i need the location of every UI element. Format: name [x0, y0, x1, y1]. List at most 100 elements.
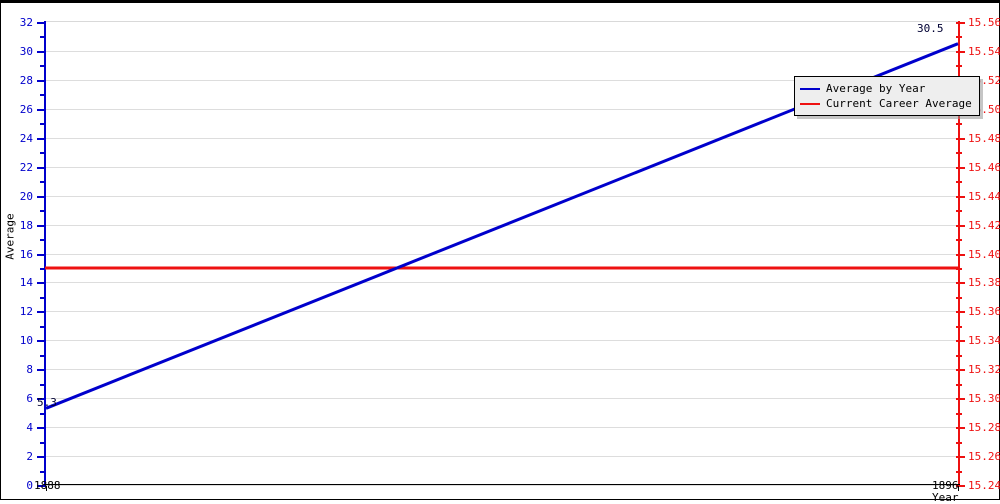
left-axis-minor-tick [40, 442, 46, 444]
left-axis-tick [37, 456, 46, 458]
gridline [45, 138, 958, 139]
right-axis-tick-label: 15.30 [968, 392, 1000, 405]
chart-legend[interactable]: Average by Year Current Career Average [794, 76, 980, 116]
left-axis-minor-tick [40, 326, 46, 328]
gridline [45, 456, 958, 457]
right-axis-tick [956, 51, 965, 53]
left-axis-tick [37, 340, 46, 342]
gridline [45, 282, 958, 283]
gridline [45, 398, 958, 399]
left-axis-tick [37, 167, 46, 169]
left-axis-tick-label: 8 [26, 363, 33, 376]
right-axis-minor-tick [956, 413, 962, 415]
right-axis-tick-label: 15.24 [968, 479, 1000, 492]
right-axis-minor-tick [956, 384, 962, 386]
right-axis-minor-tick [956, 471, 962, 473]
left-axis-tick-label: 28 [19, 74, 33, 87]
legend-swatch-icon [800, 87, 820, 90]
right-axis-tick-label: 15.34 [968, 334, 1000, 347]
right-axis-minor-tick [956, 326, 962, 328]
right-axis-minor-tick [956, 355, 962, 357]
right-axis-tick [956, 311, 965, 313]
right-axis-tick-label: 15.38 [968, 276, 1000, 289]
right-axis-tick [956, 167, 965, 169]
left-axis-tick-label: 14 [19, 276, 33, 289]
right-axis-tick-label: 15.32 [968, 363, 1000, 376]
left-axis-minor-tick [40, 152, 46, 154]
gridline [45, 196, 958, 197]
gridline [45, 427, 958, 428]
left-axis-tick [37, 369, 46, 371]
left-axis-tick [37, 80, 46, 82]
left-axis-tick-label: 32 [19, 16, 33, 29]
legend-swatch-icon [800, 102, 820, 105]
right-axis-tick-label: 15.54 [968, 45, 1000, 58]
right-axis-tick-label: 15.48 [968, 132, 1000, 145]
left-axis-tick-label: 16 [19, 248, 33, 261]
right-axis-tick-label: 15.46 [968, 161, 1000, 174]
gridline [45, 51, 958, 52]
left-axis-tick [37, 311, 46, 313]
left-axis-minor-tick [40, 94, 46, 96]
left-axis-minor-tick [40, 413, 46, 415]
left-axis-tick-label: 20 [19, 190, 33, 203]
right-axis-tick [956, 196, 965, 198]
y-axis-title: Average [3, 213, 17, 260]
right-axis-minor-tick [956, 239, 962, 241]
right-axis-tick-label: 15.42 [968, 219, 1000, 232]
left-axis-minor-tick [40, 210, 46, 212]
gridline [45, 485, 958, 486]
right-axis-minor-tick [956, 297, 962, 299]
gridline [45, 311, 958, 312]
left-axis-tick-label: 24 [19, 132, 33, 145]
right-axis-tick [956, 254, 965, 256]
right-axis-minor-tick [956, 181, 962, 183]
left-axis-tick [37, 109, 46, 111]
left-axis-tick-label: 2 [26, 450, 33, 463]
left-axis-tick [37, 196, 46, 198]
right-axis-tick-label: 15.26 [968, 450, 1000, 463]
right-axis-tick-label: 15.36 [968, 305, 1000, 318]
left-axis-minor-tick [40, 384, 46, 386]
left-axis-tick-label: 6 [26, 392, 33, 405]
left-axis-tick [37, 22, 46, 24]
legend-item[interactable]: Current Career Average [800, 96, 972, 111]
left-axis-tick-label: 30 [19, 45, 33, 58]
right-axis-tick-label: 15.44 [968, 190, 1000, 203]
left-axis-tick-label: 4 [26, 421, 33, 434]
left-axis-tick [37, 427, 46, 429]
gridline [45, 225, 958, 226]
left-axis-minor-tick [40, 181, 46, 183]
plot-top-border [44, 21, 959, 22]
right-axis-tick [956, 282, 965, 284]
data-label-start: 5.3 [37, 396, 57, 410]
chart-container: 32 30 28 26 24 22 20 18 16 14 12 10 8 6 4 2 0 15.56 15.54… [0, 0, 1000, 504]
right-axis-minor-tick [956, 65, 962, 67]
right-axis-tick [956, 225, 965, 227]
x-axis-tick-label: 1896 [932, 479, 959, 492]
right-axis-minor-tick [956, 36, 962, 38]
left-axis-minor-tick [40, 355, 46, 357]
left-axis-tick-label: 10 [19, 334, 33, 347]
right-axis-minor-tick [956, 123, 962, 125]
gridline [45, 254, 958, 255]
right-axis-minor-tick [956, 152, 962, 154]
left-axis-minor-tick [40, 239, 46, 241]
legend-item-label: Average by Year [826, 82, 926, 95]
left-axis-tick-label: 26 [19, 103, 33, 116]
left-axis-tick-label: 0 [26, 479, 33, 492]
right-axis-tick [956, 398, 965, 400]
right-axis-tick-label: 15.40 [968, 248, 1000, 261]
left-axis-minor-tick [40, 65, 46, 67]
left-axis-tick [37, 282, 46, 284]
x-axis-title: Year [932, 491, 959, 504]
left-axis-tick [37, 51, 46, 53]
right-axis-tick [956, 427, 965, 429]
left-axis-minor-tick [40, 297, 46, 299]
legend-item[interactable]: Average by Year [800, 81, 972, 96]
right-axis-minor-tick [956, 442, 962, 444]
left-axis-tick-label: 18 [19, 219, 33, 232]
right-axis-tick [956, 22, 965, 24]
gridline [45, 340, 958, 341]
gridline [45, 167, 958, 168]
